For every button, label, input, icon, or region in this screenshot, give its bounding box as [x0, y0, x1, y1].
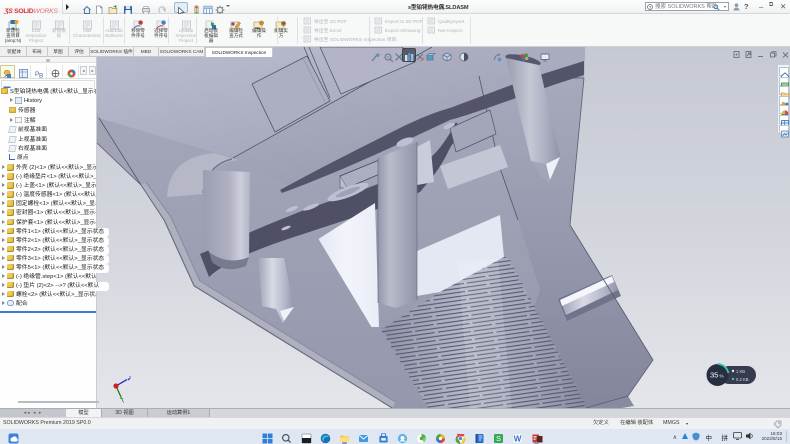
svg-text:1 KB: 1 KB	[736, 369, 745, 374]
svg-text:%: %	[720, 374, 724, 379]
svg-text:35: 35	[710, 371, 718, 380]
svg-text:S: S	[496, 434, 501, 443]
svg-text:W: W	[514, 434, 522, 443]
svg-text:0.2 KB: 0.2 KB	[736, 377, 749, 382]
